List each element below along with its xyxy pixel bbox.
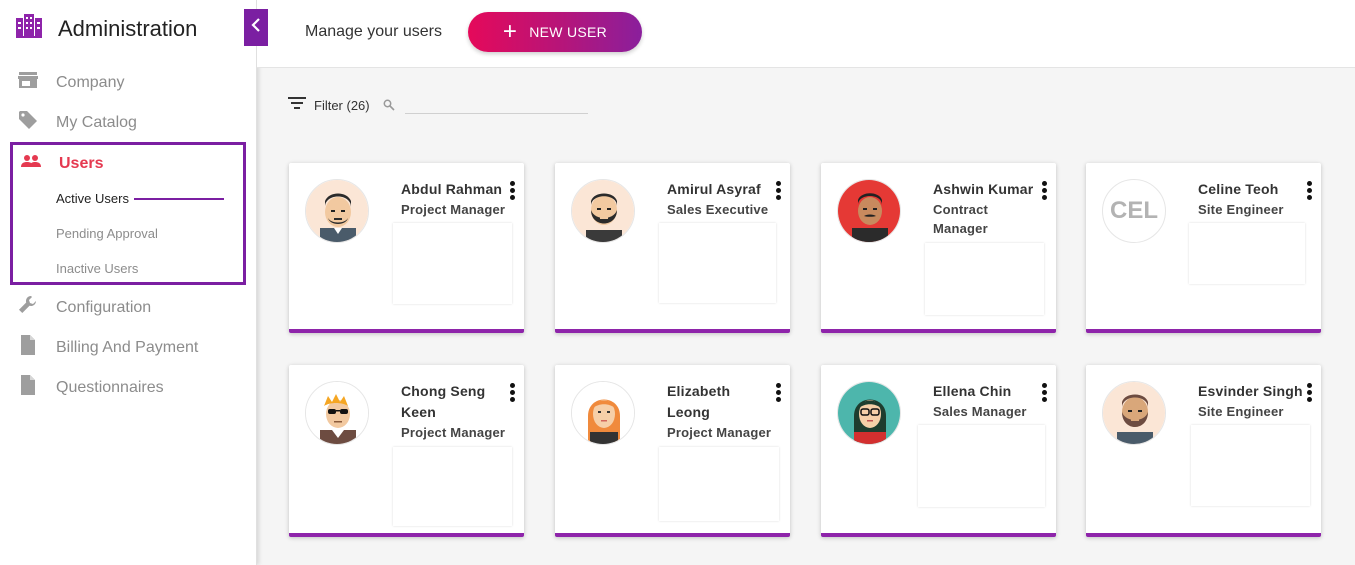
user-name-text: Elizabeth Leong (667, 383, 731, 420)
search-icon (383, 98, 395, 116)
user-role: Site Engineer (1198, 404, 1284, 419)
sidebar-subitem-active-users[interactable]: Active Users (56, 191, 129, 206)
page-title: Manage your users (305, 23, 442, 40)
card-content-panel (393, 223, 512, 304)
woman-redhead-avatar (571, 381, 635, 445)
more-vert-icon[interactable] (510, 383, 516, 403)
brand: Administration (16, 14, 197, 43)
sidebar-item-label: Questionnaires (56, 378, 164, 396)
filter-button[interactable]: Filter (26) (288, 96, 370, 115)
user-role: Contract Manager (933, 202, 989, 236)
new-user-label: NEW USER (529, 24, 608, 40)
user-card-abdul-rahman[interactable]: Abdul Rahman Project Manager (289, 163, 524, 333)
user-name: Elizabeth Leong Project Manager (667, 381, 775, 442)
header: Manage your users + NEW USER (257, 0, 1355, 68)
app-title: Administration (58, 15, 198, 41)
sidebar-item-label: Company (56, 73, 125, 91)
avatar-initials: CEL (1110, 197, 1158, 224)
sidebar-item-label: Users (59, 154, 104, 172)
plus-icon: + (502, 18, 518, 45)
more-vert-icon[interactable] (1042, 181, 1048, 201)
user-card-elizabeth-leong[interactable]: Elizabeth Leong Project Manager (555, 365, 790, 537)
user-name: Amirul Asyraf Sales Executive (667, 179, 775, 219)
user-name: Esvinder Singh Site Engineer (1198, 381, 1306, 421)
sidebar-subitem-inactive-users[interactable]: Inactive Users (56, 261, 138, 276)
more-vert-icon[interactable] (1307, 181, 1313, 201)
user-name: Ellena Chin Sales Manager (933, 381, 1041, 421)
user-name: Celine Teoh Site Engineer (1198, 179, 1306, 219)
more-vert-icon[interactable] (776, 181, 782, 201)
user-card-chong-seng-keen[interactable]: Chong Seng Keen Project Manager (289, 365, 524, 537)
document-icon (18, 335, 38, 360)
card-content-panel (659, 447, 779, 521)
sidebar-subitem-pending-approval[interactable]: Pending Approval (56, 226, 158, 241)
users-section: Users Active Users Pending Approval Inac… (10, 142, 246, 285)
card-content-panel (393, 447, 512, 526)
sidebar-item-my-catalog[interactable]: My Catalog (18, 110, 137, 135)
card-content-panel (918, 425, 1045, 507)
active-indicator (134, 198, 224, 200)
people-icon (21, 154, 41, 173)
man-bearded-avatar (1102, 381, 1166, 445)
sidebar-item-questionnaires[interactable]: Questionnaires (18, 375, 164, 400)
user-name-text: Chong Seng Keen (401, 383, 486, 420)
initials-avatar: CEL (1102, 179, 1166, 243)
user-card-ashwin-kumar[interactable]: Ashwin Kumar Contract Manager (821, 163, 1056, 333)
user-card-ellena-chin[interactable]: Ellena Chin Sales Manager (821, 365, 1056, 537)
user-card-amirul-asyraf[interactable]: Amirul Asyraf Sales Executive (555, 163, 790, 333)
man-beard-avatar (305, 179, 369, 243)
search-input[interactable] (405, 96, 588, 114)
admin-building-icon (16, 14, 42, 43)
card-content-panel (1189, 223, 1305, 284)
woman-glasses-avatar (837, 381, 901, 445)
wrench-icon (18, 295, 38, 320)
user-name: Abdul Rahman Project Manager (401, 179, 509, 219)
sidebar-item-label: Billing And Payment (56, 338, 199, 356)
document-icon (18, 375, 38, 400)
collapse-sidebar-button[interactable] (244, 9, 268, 46)
user-name-text: Ellena Chin (933, 383, 1012, 399)
filter-label: Filter (26) (314, 98, 370, 113)
sidebar: Administration Company My Catalog Users … (0, 0, 257, 565)
man-mustache-red-avatar (837, 179, 901, 243)
user-role: Sales Manager (933, 404, 1027, 419)
tag-icon (18, 110, 38, 135)
user-role: Site Engineer (1198, 202, 1284, 217)
sidebar-item-company[interactable]: Company (18, 70, 124, 95)
man-sunglasses-avatar (305, 381, 369, 445)
man-full-beard-avatar (571, 179, 635, 243)
filter-icon (288, 96, 306, 115)
user-name-text: Amirul Asyraf (667, 181, 761, 197)
chevron-left-icon (251, 18, 261, 37)
user-name-text: Esvinder Singh (1198, 383, 1303, 399)
more-vert-icon[interactable] (1307, 383, 1313, 403)
more-vert-icon[interactable] (1042, 383, 1048, 403)
user-role: Project Manager (401, 425, 506, 440)
user-role: Sales Executive (667, 202, 769, 217)
sidebar-item-label: Configuration (56, 298, 152, 316)
card-content-panel (925, 243, 1044, 315)
user-role: Project Manager (401, 202, 506, 217)
user-name: Chong Seng Keen Project Manager (401, 381, 509, 442)
more-vert-icon[interactable] (776, 383, 782, 403)
sidebar-item-label: My Catalog (56, 113, 137, 131)
card-content-panel (1191, 425, 1310, 506)
sidebar-item-configuration[interactable]: Configuration (18, 295, 151, 320)
sidebar-item-users[interactable]: Users (21, 154, 103, 173)
store-icon (18, 70, 38, 95)
sidebar-item-billing-and-payment[interactable]: Billing And Payment (18, 335, 198, 360)
user-name: Ashwin Kumar Contract Manager (933, 179, 1041, 238)
user-card-celine-teoh[interactable]: CEL Celine Teoh Site Engineer (1086, 163, 1321, 333)
user-name-text: Ashwin Kumar (933, 181, 1034, 197)
card-content-panel (659, 223, 776, 303)
user-role: Project Manager (667, 425, 772, 440)
user-name-text: Abdul Rahman (401, 181, 503, 197)
user-name-text: Celine Teoh (1198, 181, 1279, 197)
user-card-esvinder-singh[interactable]: Esvinder Singh Site Engineer (1086, 365, 1321, 537)
more-vert-icon[interactable] (510, 181, 516, 201)
new-user-button[interactable]: + NEW USER (468, 12, 642, 52)
